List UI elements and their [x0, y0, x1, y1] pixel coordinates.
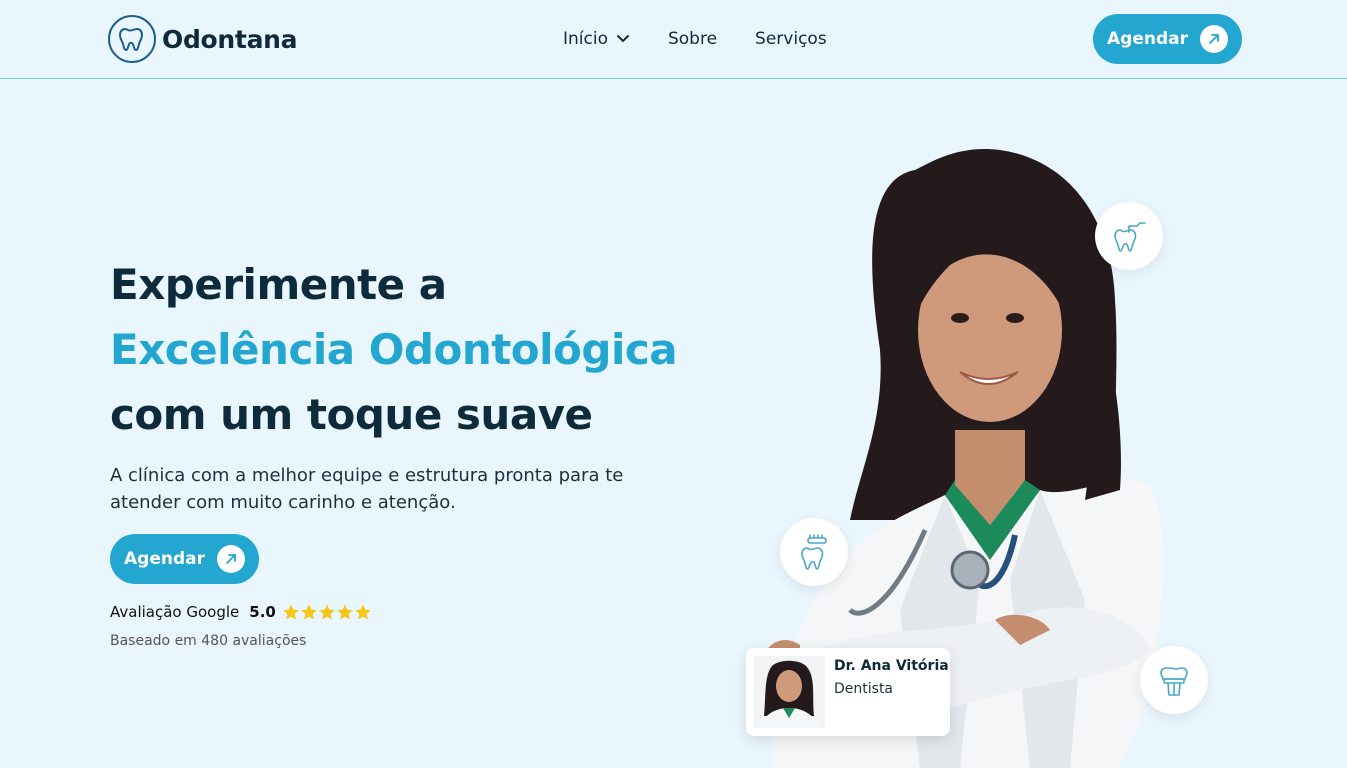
site-header: Odontana Início Sobre Serviços Agendar [0, 0, 1347, 79]
logo[interactable]: Odontana [108, 15, 298, 63]
hero-title-line1: Experimente a [110, 260, 447, 309]
nav-item-sobre[interactable]: Sobre [668, 29, 717, 49]
doctor-card: Dr. Ana Vitória Dentista [746, 648, 950, 736]
doctor-role: Dentista [834, 681, 894, 697]
rating-note: Baseado em 480 avaliações [110, 633, 307, 649]
hero-title: Experimente a Excelência Odontológica co… [110, 252, 678, 447]
star-icon [318, 604, 335, 620]
star-icon [354, 604, 371, 620]
brand-name: Odontana [162, 24, 298, 54]
button-label: Agendar [1107, 29, 1188, 49]
tooth-logo-icon [108, 15, 156, 63]
nav-item-inicio[interactable]: Início [563, 29, 630, 49]
star-icon [336, 604, 353, 620]
arrow-up-right-icon [216, 545, 245, 573]
chevron-down-icon [616, 35, 629, 43]
button-label: Agendar [124, 549, 205, 569]
hero-title-line2: Excelência Odontológica [110, 325, 678, 374]
nav-item-servicos[interactable]: Serviços [755, 29, 827, 49]
dental-crown-icon [1140, 646, 1208, 714]
nav-item-label: Sobre [667, 29, 718, 49]
doctor-avatar [754, 656, 825, 728]
rating-label: Avaliação Google [110, 603, 240, 621]
hero-title-line3: com um toque suave [110, 390, 593, 439]
nav-item-label: Início [563, 29, 608, 49]
arrow-up-right-icon [1199, 25, 1228, 53]
doctor-name: Dr. Ana Vitória [834, 658, 949, 674]
main-nav: Início Sobre Serviços [563, 29, 827, 49]
rating-score: 5.0 [249, 603, 276, 621]
star-icon [300, 604, 317, 620]
rating-stars [282, 603, 372, 621]
nav-item-label: Serviços [755, 29, 827, 49]
star-icon [282, 604, 299, 620]
google-rating: Avaliação Google 5.0 [110, 603, 372, 621]
toothbrush-tooth-icon [780, 518, 848, 586]
header-agendar-button[interactable]: Agendar [1093, 14, 1242, 64]
hero-agendar-button[interactable]: Agendar [110, 534, 259, 584]
tooth-drill-icon [1095, 202, 1163, 270]
hero-subtitle: A clínica com a melhor equipe e estrutur… [110, 465, 624, 513]
